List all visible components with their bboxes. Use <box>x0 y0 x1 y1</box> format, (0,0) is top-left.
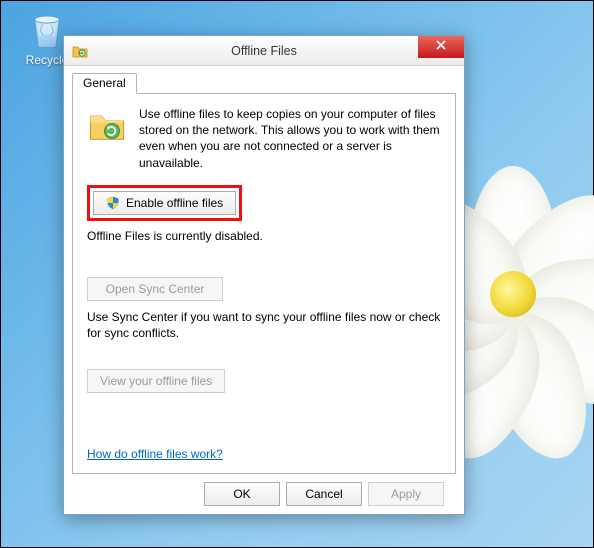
dialog-button-row: OK Cancel Apply <box>64 474 464 514</box>
help-link[interactable]: How do offline files work? <box>87 447 223 461</box>
offline-folder-icon <box>87 106 127 146</box>
view-offline-label: View your offline files <box>100 374 212 388</box>
dialog-title: Offline Files <box>64 44 464 58</box>
open-sync-label: Open Sync Center <box>106 282 205 296</box>
view-offline-files-button: View your offline files <box>87 369 225 393</box>
enable-button-label: Enable offline files <box>126 196 223 210</box>
apply-button: Apply <box>368 482 444 506</box>
recycle-bin-icon <box>26 9 68 51</box>
offline-files-icon <box>72 43 88 59</box>
titlebar[interactable]: Offline Files <box>64 36 464 66</box>
close-button[interactable] <box>418 36 464 58</box>
tab-panel-general: Use offline files to keep copies on your… <box>72 93 456 474</box>
enable-offline-files-button[interactable]: Enable offline files <box>93 191 236 215</box>
cancel-button[interactable]: Cancel <box>286 482 362 506</box>
open-sync-center-button: Open Sync Center <box>87 277 223 301</box>
intro-text: Use offline files to keep copies on your… <box>139 106 441 171</box>
tab-general[interactable]: General <box>72 73 137 94</box>
close-icon <box>436 40 446 50</box>
uac-shield-icon <box>106 196 120 210</box>
sync-description: Use Sync Center if you want to sync your… <box>87 309 441 341</box>
tabstrip: General <box>72 72 456 93</box>
ok-button[interactable]: OK <box>204 482 280 506</box>
offline-status-text: Offline Files is currently disabled. <box>87 229 441 243</box>
offline-files-dialog: Offline Files General <box>63 35 465 515</box>
tutorial-highlight: Enable offline files <box>87 185 242 221</box>
